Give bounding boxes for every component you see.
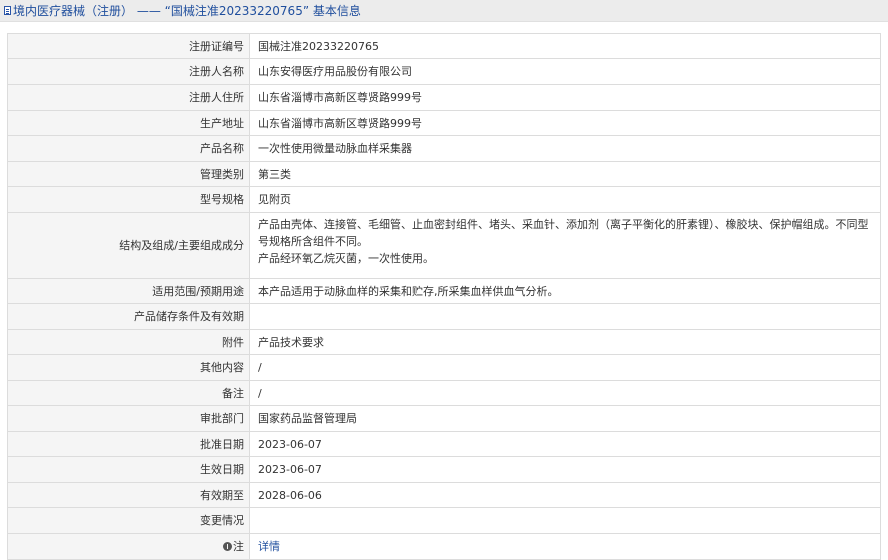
details-link[interactable]: 详情: [258, 540, 280, 553]
row-value: 国械注准20233220765: [249, 33, 881, 59]
table-row: 生产地址 山东省淄博市高新区尊贤路999号: [7, 110, 881, 136]
row-value: 产品由壳体、连接管、毛细管、止血密封组件、堵头、采血针、添加剂（离子平衡化的肝素…: [249, 212, 881, 279]
row-value: 2023-06-07: [249, 456, 881, 483]
composition-text: 产品由壳体、连接管、毛细管、止血密封组件、堵头、采血针、添加剂（离子平衡化的肝素…: [258, 218, 869, 248]
row-label: 附件: [7, 329, 250, 355]
row-label: 注: [233, 540, 244, 553]
row-label: 型号规格: [7, 186, 250, 213]
table-row: 其他内容 /: [7, 354, 881, 381]
row-value: 产品技术要求: [249, 329, 881, 355]
table-row: 审批部门 国家药品监督管理局: [7, 405, 881, 432]
table-row: 注册人住所 山东省淄博市高新区尊贤路999号: [7, 84, 881, 111]
row-label: 注册人住所: [7, 84, 250, 111]
row-value: /: [249, 354, 881, 381]
row-value: 山东省淄博市高新区尊贤路999号: [249, 84, 881, 111]
table-row: 附件 产品技术要求: [7, 329, 881, 355]
table-row: 注 详情: [7, 533, 881, 560]
registration-info-table: 注册证编号 国械注准20233220765 注册人名称 山东安得医疗用品股份有限…: [7, 33, 881, 560]
table-row: 注册证编号 国械注准20233220765: [7, 33, 881, 59]
table-row: 适用范围/预期用途 本产品适用于动脉血样的采集和贮存,所采集血样供血气分析。: [7, 278, 881, 304]
page-header: 境内医疗器械（注册） —— “国械注准20233220765” 基本信息: [0, 0, 888, 22]
table-row: 备注 /: [7, 380, 881, 406]
table-row: 生效日期 2023-06-07: [7, 456, 881, 483]
row-value: 山东省淄博市高新区尊贤路999号: [249, 110, 881, 136]
table-row: 产品储存条件及有效期: [7, 303, 881, 330]
row-label: 产品储存条件及有效期: [7, 303, 250, 330]
row-label: 注册证编号: [7, 33, 250, 59]
row-value: 2028-06-06: [249, 482, 881, 508]
row-label: 其他内容: [7, 354, 250, 381]
row-value: 山东安得医疗用品股份有限公司: [249, 58, 881, 85]
row-label: 备注: [7, 380, 250, 406]
row-label: 批准日期: [7, 431, 250, 457]
row-label: 注册人名称: [7, 58, 250, 85]
sterilization-text: 产品经环氧乙烷灭菌，一次性使用。: [258, 252, 434, 265]
row-label: 审批部门: [7, 405, 250, 432]
row-label: 有效期至: [7, 482, 250, 508]
row-value: 国家药品监督管理局: [249, 405, 881, 432]
table-row: 批准日期 2023-06-07: [7, 431, 881, 457]
page-title: 境内医疗器械（注册） —— “国械注准20233220765” 基本信息: [13, 4, 361, 18]
row-label: 生产地址: [7, 110, 250, 136]
table-row: 产品名称 一次性使用微量动脉血样采集器: [7, 135, 881, 162]
row-value: 一次性使用微量动脉血样采集器: [249, 135, 881, 162]
row-value: [249, 507, 881, 534]
row-value: /: [249, 380, 881, 406]
note-label-cell: 注: [7, 533, 250, 560]
table-row: 管理类别 第三类: [7, 161, 881, 187]
row-value: 2023-06-07: [249, 431, 881, 457]
table-row: 型号规格 见附页: [7, 186, 881, 213]
row-label: 适用范围/预期用途: [7, 278, 250, 304]
row-value: 见附页: [249, 186, 881, 213]
document-icon: [4, 6, 11, 15]
table-row: 变更情况: [7, 507, 881, 534]
row-label: 产品名称: [7, 135, 250, 162]
row-label: 变更情况: [7, 507, 250, 534]
row-value: 详情: [249, 533, 881, 560]
row-label: 生效日期: [7, 456, 250, 483]
row-value: 第三类: [249, 161, 881, 187]
table-row: 有效期至 2028-06-06: [7, 482, 881, 508]
row-value: 本产品适用于动脉血样的采集和贮存,所采集血样供血气分析。: [249, 278, 881, 304]
row-label: 管理类别: [7, 161, 250, 187]
info-circle-icon: [223, 542, 232, 551]
row-value: [249, 303, 881, 330]
table-row: 注册人名称 山东安得医疗用品股份有限公司: [7, 58, 881, 85]
table-row: 结构及组成/主要组成成分 产品由壳体、连接管、毛细管、止血密封组件、堵头、采血针…: [7, 212, 881, 279]
row-label: 结构及组成/主要组成成分: [7, 212, 250, 279]
